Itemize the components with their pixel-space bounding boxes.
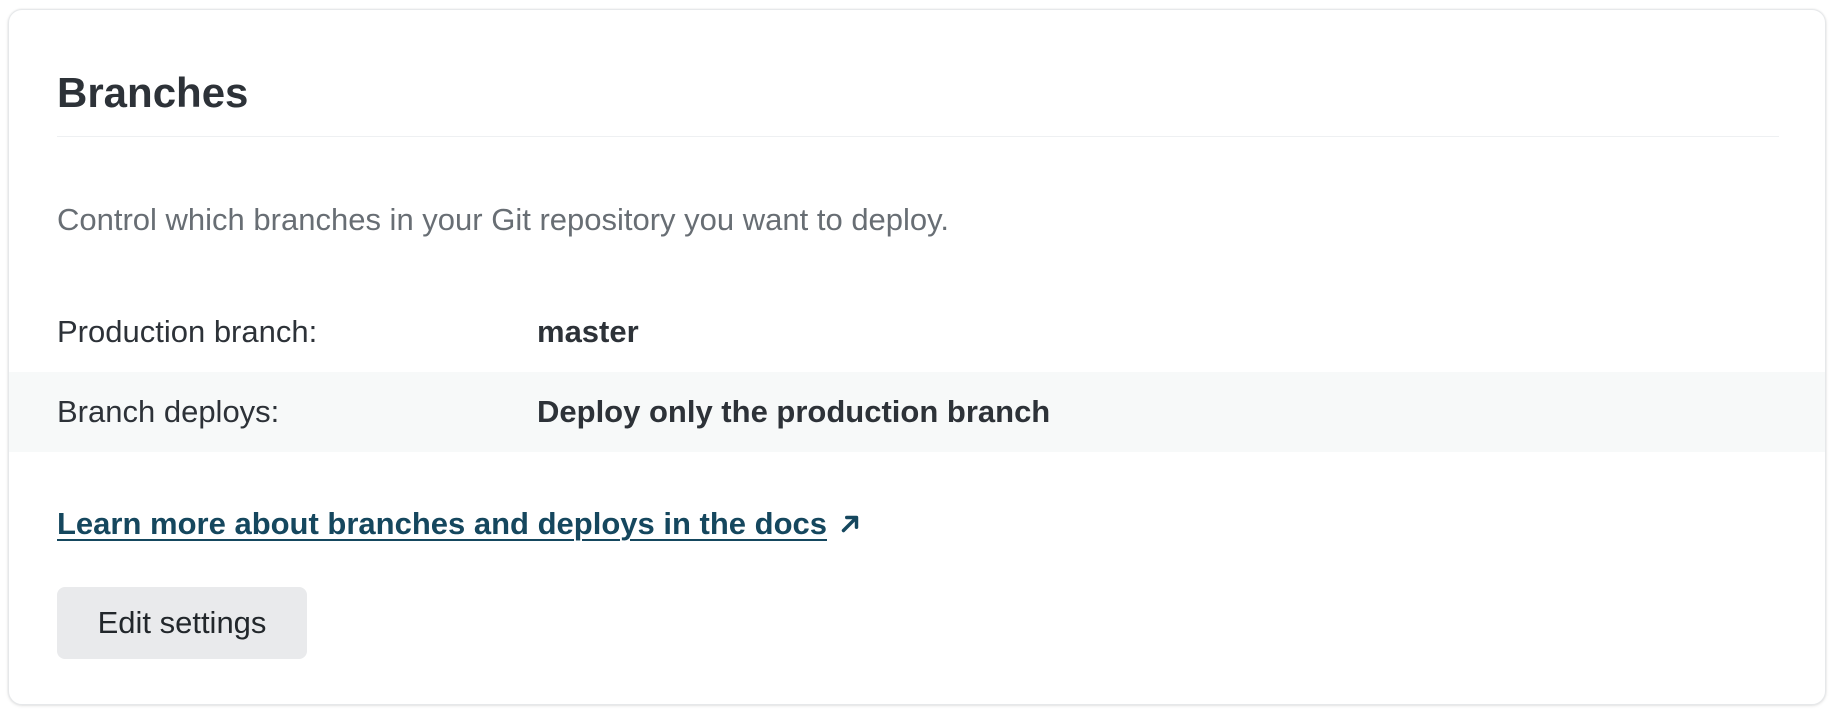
edit-settings-button[interactable]: Edit settings <box>57 587 307 659</box>
production-branch-label: Production branch: <box>57 314 318 349</box>
card-description: Control which branches in your Git repos… <box>57 202 949 237</box>
branch-deploys-value: Deploy only the production branch <box>537 394 1051 429</box>
title-divider <box>57 136 1779 137</box>
docs-link-text: Learn more about branches and deploys in… <box>57 506 827 541</box>
docs-link[interactable]: Learn more about branches and deploys in… <box>57 504 863 544</box>
production-branch-row: Production branch: master <box>9 292 1825 372</box>
branch-deploys-row: Branch deploys: Deploy only the producti… <box>9 372 1825 452</box>
branch-deploys-label: Branch deploys: <box>57 394 280 429</box>
branches-card: Branches Control which branches in your … <box>8 9 1826 705</box>
production-branch-value: master <box>537 314 639 349</box>
card-title: Branches <box>57 69 249 116</box>
external-link-arrow-icon <box>841 515 859 533</box>
